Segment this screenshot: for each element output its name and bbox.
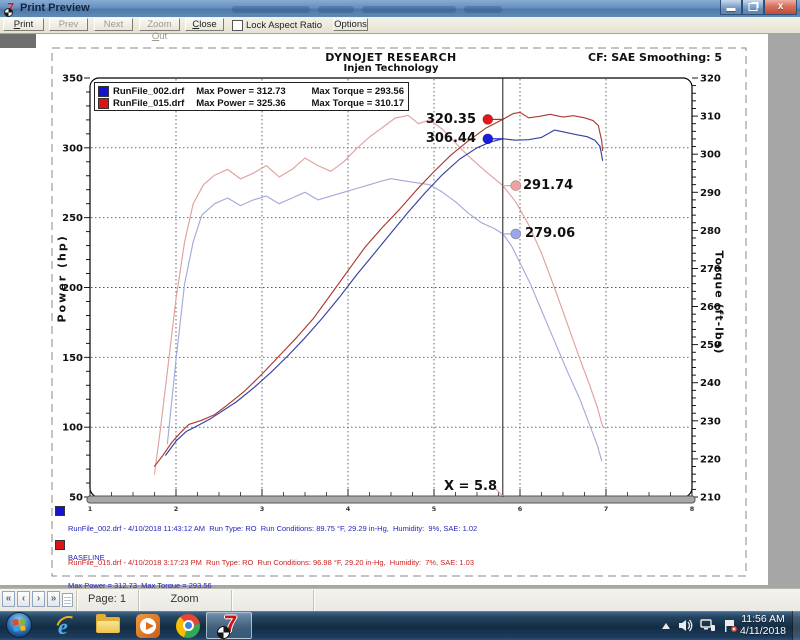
statusbar-separator	[313, 590, 314, 611]
svg-text:300: 300	[62, 143, 83, 154]
chrome-icon	[176, 614, 200, 638]
status-bar: « ‹ › » Page: 1 Zoom	[0, 588, 800, 612]
readout-torque-blue: 279.06	[525, 226, 575, 241]
titlebar-ghost-text	[464, 6, 502, 13]
system-tray	[661, 612, 738, 639]
svg-text:320: 320	[700, 74, 721, 85]
svg-text:280: 280	[700, 226, 721, 237]
lock-aspect-ratio-checkbox[interactable]	[232, 20, 243, 31]
dynojet-winpep-icon: 7	[217, 614, 241, 638]
svg-text:8: 8	[690, 505, 695, 513]
preview-corner-block	[0, 33, 36, 48]
clock-date: 4/11/2018	[733, 625, 793, 637]
start-button[interactable]	[6, 612, 32, 638]
right-axis-title: Torque (ft-lbs)	[713, 251, 726, 323]
chart-legend: RunFile_002.drf Max Power = 312.73 Max T…	[94, 82, 409, 111]
readout-torque-red: 291.74	[523, 178, 573, 193]
legend-max-power: Max Power = 325.36	[196, 98, 311, 109]
lock-aspect-ratio-label: Lock Aspect Ratio	[246, 20, 322, 31]
next-button[interactable]: Next	[94, 18, 133, 31]
restore-icon	[749, 3, 758, 11]
app-icon: 7	[4, 2, 17, 15]
toolbar: Print Prev Next Zoom Out Close Lock Aspe…	[0, 17, 800, 34]
window-title: Print Preview	[20, 2, 90, 14]
network-icon[interactable]	[700, 619, 716, 632]
svg-text:350: 350	[62, 74, 83, 85]
titlebar-ghost-text	[318, 6, 354, 13]
legend-file-name: RunFile_015.drf	[113, 98, 196, 109]
svg-text:7: 7	[604, 505, 609, 513]
svg-text:220: 220	[700, 454, 721, 465]
hidden-icons-caret[interactable]	[661, 622, 671, 630]
readout-power-red: 320.35	[380, 112, 476, 127]
volume-icon[interactable]	[678, 619, 693, 632]
last-page-button[interactable]: »	[47, 591, 60, 607]
screen: 3503002502001501005032031030029028027026…	[0, 0, 800, 640]
minimize-icon	[727, 8, 736, 11]
minimize-button[interactable]	[720, 0, 742, 15]
prev-button[interactable]: Prev	[49, 18, 88, 31]
svg-text:310: 310	[700, 112, 721, 123]
left-axis-title: Power (hp)	[56, 251, 69, 323]
show-desktop-button[interactable]	[792, 611, 800, 640]
svg-text:100: 100	[62, 423, 83, 434]
legend-max-power: Max Power = 312.73	[196, 86, 311, 97]
titlebar-ghost-text	[362, 6, 456, 13]
page-indicator: Page: 1	[77, 593, 137, 605]
close-window-button[interactable]: x	[764, 0, 797, 15]
taskbar-internet-explorer[interactable]: e	[48, 612, 88, 639]
close-preview-button[interactable]: Close	[185, 18, 224, 31]
legend-max-torque: Max Torque = 310.17	[312, 98, 405, 109]
run1-color-chip	[55, 506, 65, 516]
readout-power-blue: 306.44	[380, 131, 476, 146]
page-setup-icon[interactable]	[62, 593, 73, 607]
legend-row: RunFile_002.drf Max Power = 312.73 Max T…	[98, 85, 404, 97]
title-bar[interactable]: 7 Print Preview x	[0, 0, 800, 18]
zoom-indicator: Zoom	[139, 593, 230, 605]
svg-text:150: 150	[62, 353, 83, 364]
svg-text:290: 290	[700, 188, 721, 199]
options-button[interactable]: Options	[333, 18, 368, 31]
cursor-x-value-label: X = 5.8	[400, 479, 497, 494]
first-page-button[interactable]: «	[2, 591, 15, 607]
svg-text:240: 240	[700, 378, 721, 389]
print-button[interactable]: Print	[3, 18, 44, 31]
run1-conditions: RunFile_002.drf - 4/10/2018 11:43:12 AM …	[68, 524, 477, 534]
statusbar-separator	[231, 590, 232, 611]
svg-text:6: 6	[518, 505, 523, 513]
titlebar-ghost-text	[232, 6, 310, 13]
legend-color-chip-blue	[98, 86, 109, 97]
svg-text:210: 210	[700, 493, 721, 504]
prev-page-button[interactable]: ‹	[17, 591, 30, 607]
next-page-button[interactable]: ›	[32, 591, 45, 607]
chart-correction-smoothing: CF: SAE Smoothing: 5	[470, 51, 722, 64]
legend-color-chip-red	[98, 98, 109, 109]
folder-icon	[96, 617, 120, 633]
taskbar-chrome[interactable]	[168, 612, 208, 639]
svg-text:300: 300	[700, 150, 721, 161]
svg-text:230: 230	[700, 416, 721, 427]
taskbar-dynojet-winpep-active[interactable]: 7	[206, 612, 252, 639]
close-icon: x	[778, 2, 784, 12]
taskbar-media-player[interactable]	[128, 612, 168, 639]
legend-file-name: RunFile_002.drf	[113, 86, 196, 97]
run2-conditions: RunFile_015.drf - 4/10/2018 3:17:23 PM R…	[68, 558, 474, 568]
legend-row: RunFile_015.drf Max Power = 325.36 Max T…	[98, 97, 404, 109]
run2-color-chip	[55, 540, 65, 550]
svg-text:250: 250	[62, 213, 83, 224]
windows-logo-icon	[12, 618, 25, 631]
taskbar-windows-explorer[interactable]	[88, 612, 128, 639]
media-player-icon	[136, 614, 160, 638]
svg-text:50: 50	[69, 493, 83, 504]
chart-subtitle: Injen Technology	[90, 63, 692, 74]
restore-button[interactable]	[742, 0, 764, 15]
legend-max-torque: Max Torque = 293.56	[312, 86, 405, 97]
clock-time: 11:56 AM	[733, 613, 793, 625]
taskbar-clock[interactable]: 11:56 AM 4/11/2018	[733, 613, 793, 637]
zoom-out-button[interactable]: Zoom Out	[139, 18, 180, 31]
